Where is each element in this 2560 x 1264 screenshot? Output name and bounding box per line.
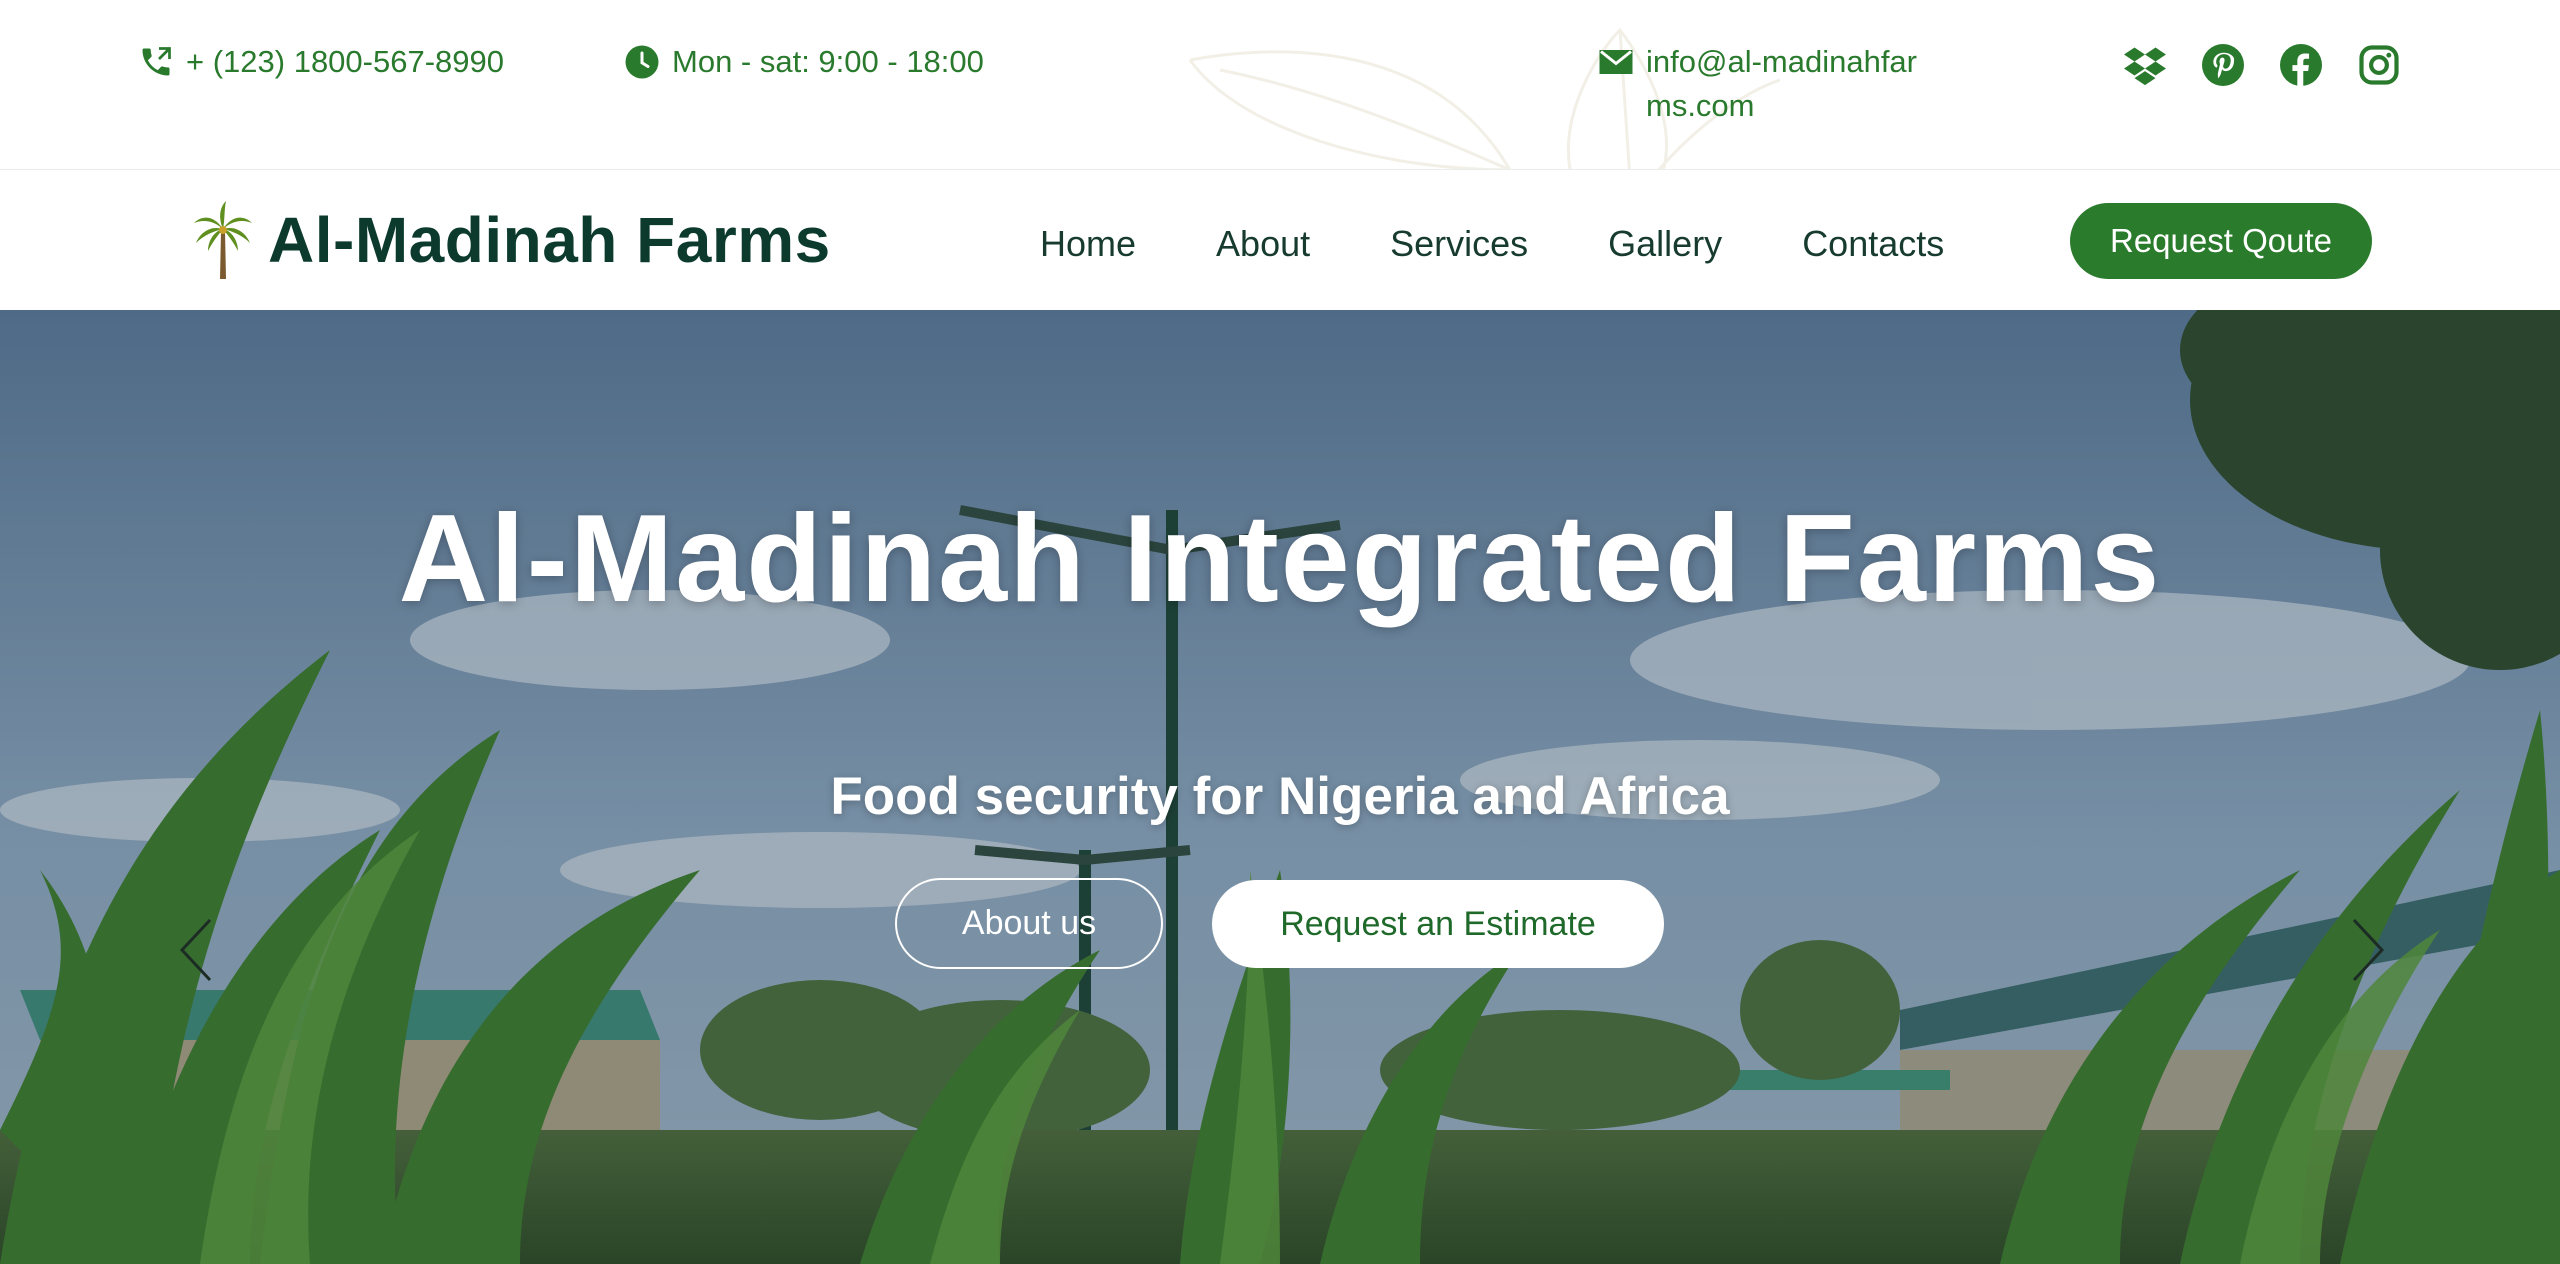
brand-logo-link[interactable]: Al-Madinah Farms	[192, 201, 831, 279]
contact-phone[interactable]: + (123) 1800-567-8990	[138, 40, 504, 84]
instagram-icon[interactable]	[2358, 44, 2400, 86]
nav-gallery[interactable]: Gallery	[1608, 223, 1722, 265]
email-address: info@al-madinahfarms.com	[1646, 44, 1917, 123]
nav-contacts[interactable]: Contacts	[1802, 223, 1944, 265]
phone-number: + (123) 1800-567-8990	[186, 44, 504, 79]
dropbox-icon[interactable]	[2124, 44, 2166, 86]
nav-about[interactable]: About	[1216, 223, 1310, 265]
nav-home[interactable]: Home	[1040, 223, 1136, 265]
clock-icon	[624, 44, 660, 80]
top-info-bar: + (123) 1800-567-8990 Mon - sat: 9:00 - …	[0, 0, 2560, 170]
slider-next-arrow-icon[interactable]	[2344, 910, 2394, 990]
hero-slider: Al-Madinah Integrated Farms Food securit…	[0, 310, 2560, 1264]
mail-icon	[1598, 44, 1634, 80]
pinterest-icon[interactable]	[2202, 44, 2244, 86]
working-hours: Mon - sat: 9:00 - 18:00	[624, 40, 984, 84]
brand-name: Al-Madinah Farms	[268, 204, 831, 276]
main-menu: Home About Services Gallery Contacts	[1040, 223, 1944, 265]
slider-prev-arrow-icon[interactable]	[170, 910, 220, 990]
phone-icon	[138, 44, 174, 80]
hero-title: Al-Madinah Integrated Farms	[398, 490, 2162, 628]
facebook-icon[interactable]	[2280, 44, 2322, 86]
palm-tree-icon	[192, 201, 254, 279]
about-us-button[interactable]: About us	[895, 878, 1163, 969]
nav-services[interactable]: Services	[1390, 223, 1528, 265]
main-navbar: Al-Madinah Farms Home About Services Gal…	[0, 171, 2560, 310]
hero-subtitle: Food security for Nigeria and Africa	[830, 767, 1730, 826]
request-quote-button[interactable]: Request Qoute	[2070, 203, 2372, 279]
contact-email[interactable]: info@al-madinahfarms.com	[1598, 40, 1938, 128]
hours-text: Mon - sat: 9:00 - 18:00	[672, 44, 984, 79]
social-links	[2124, 44, 2400, 86]
request-estimate-button[interactable]: Request an Estimate	[1212, 880, 1664, 968]
